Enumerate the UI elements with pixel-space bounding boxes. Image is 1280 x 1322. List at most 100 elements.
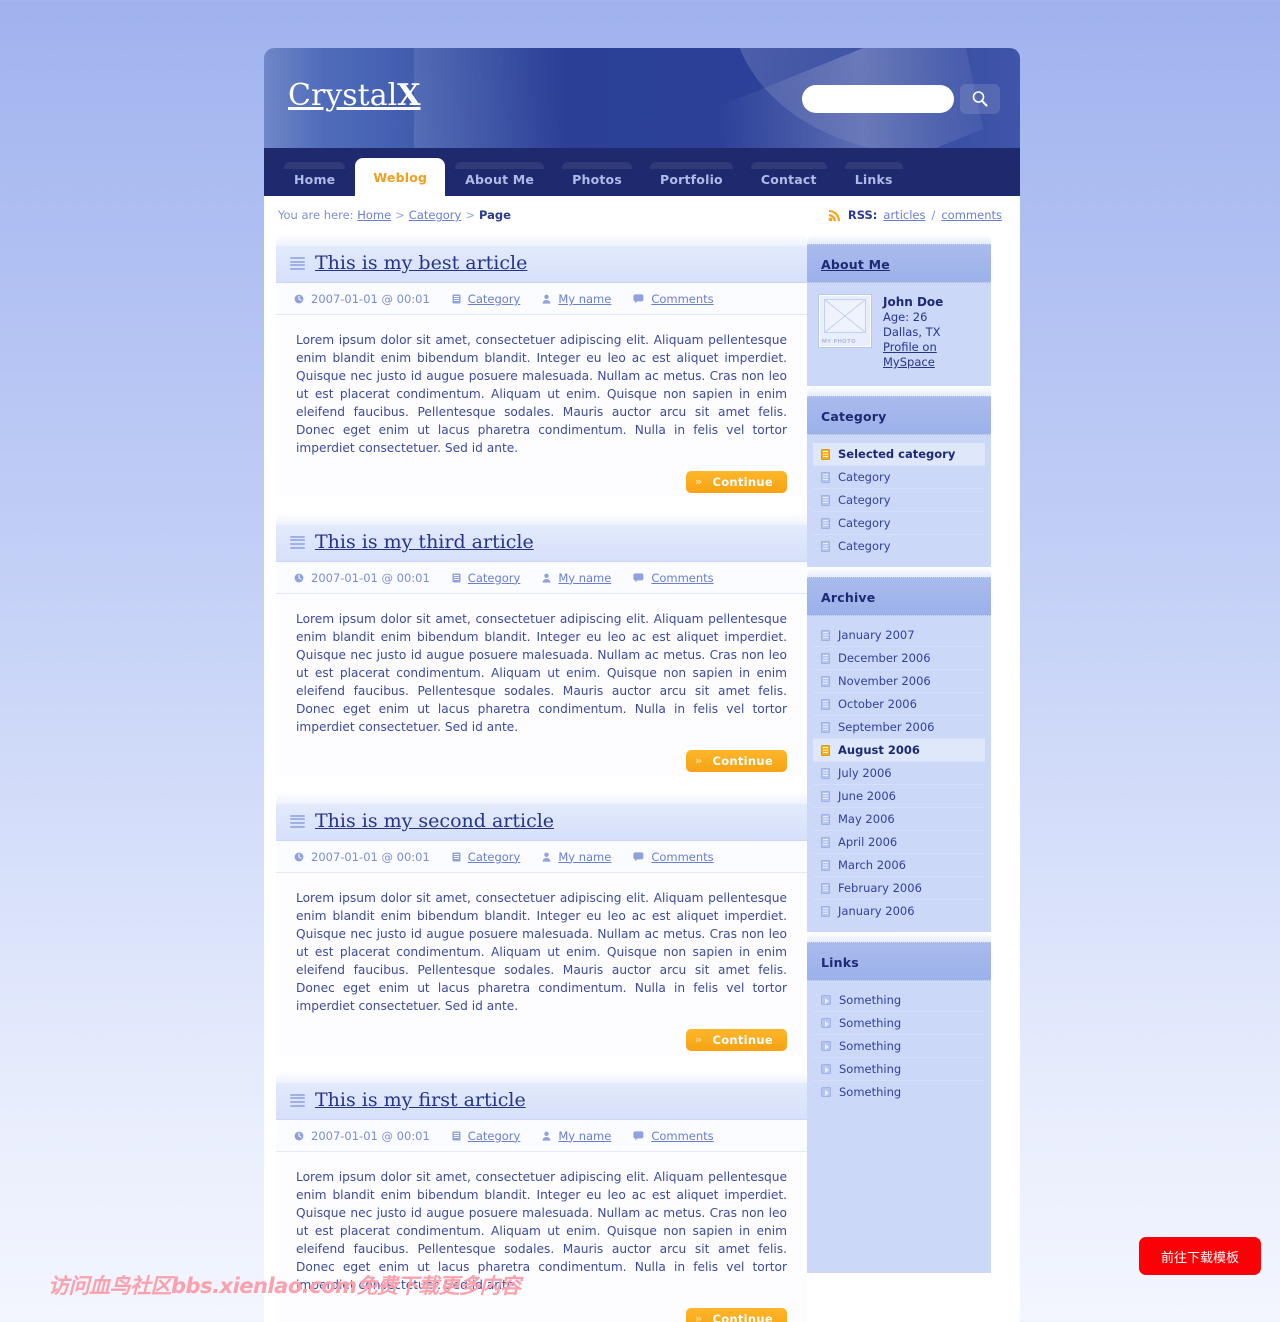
article-lines-icon [290, 1093, 305, 1107]
document-icon [821, 494, 830, 506]
article-author-link[interactable]: My name [558, 571, 611, 585]
nav-item-weblog[interactable]: Weblog [355, 158, 446, 196]
list-item[interactable]: March 2006 [813, 854, 985, 877]
avatar: MY PHOTO [818, 294, 872, 348]
article-author-link[interactable]: My name [558, 292, 611, 306]
list-item[interactable]: October 2006 [813, 693, 985, 716]
list-item[interactable]: June 2006 [813, 785, 985, 808]
list-item[interactable]: May 2006 [813, 808, 985, 831]
article-comments-link[interactable]: Comments [651, 1129, 713, 1143]
list-item[interactable]: April 2006 [813, 831, 985, 854]
continue-button[interactable]: » Continue [686, 470, 787, 493]
document-icon [821, 813, 830, 825]
list-item[interactable]: January 2006 [813, 900, 985, 922]
nav-label: About Me [465, 171, 535, 187]
panel-title-about-me[interactable]: About Me [821, 257, 890, 272]
article-category-link[interactable]: Category [468, 292, 521, 306]
article-category-link[interactable]: Category [468, 850, 521, 864]
nav-item-about-me[interactable]: About Me [447, 162, 552, 196]
clock-icon [294, 852, 304, 862]
list-item[interactable]: Category [813, 535, 985, 557]
breadcrumb-home[interactable]: Home [357, 208, 391, 222]
panel-category: Category Selected category Category Cate… [807, 386, 991, 567]
article-category-link[interactable]: Category [468, 571, 521, 585]
nav-label: Portfolio [659, 171, 723, 187]
list-item[interactable]: August 2006 [813, 739, 985, 762]
rss-articles-link[interactable]: articles [883, 208, 925, 222]
article-title[interactable]: This is my first article [315, 1089, 526, 1111]
panel-header: About Me [807, 244, 991, 283]
article-title[interactable]: This is my best article [315, 253, 527, 274]
article-category-link[interactable]: Category [468, 1129, 521, 1143]
list-item[interactable]: Something [813, 1012, 985, 1035]
list-item[interactable]: Selected category [813, 443, 985, 466]
site-logo[interactable]: CrystalX [288, 78, 420, 113]
article-title[interactable]: This is my third article [315, 531, 534, 553]
list-item[interactable]: September 2006 [813, 716, 985, 739]
about-age: Age: 26 [883, 310, 928, 324]
list-item[interactable]: Something [813, 989, 985, 1012]
list-item[interactable]: Category [813, 512, 985, 535]
article-card: This is my third article 2007-01-01 @ 00… [276, 512, 807, 784]
breadcrumb-category[interactable]: Category [409, 208, 462, 222]
placeholder-image-icon [824, 299, 866, 333]
article-author-link[interactable]: My name [558, 1129, 611, 1143]
panel-links: Links Something Something Something Some… [807, 932, 991, 1113]
list-item[interactable]: Something [813, 1035, 985, 1058]
search-input[interactable] [802, 85, 954, 113]
article-meta: 2007-01-01 @ 00:01 Category My name Comm… [276, 1119, 807, 1152]
continue-button[interactable]: » Continue [686, 749, 787, 772]
list-item[interactable]: Category [813, 489, 985, 512]
list-item-label: January 2006 [838, 904, 915, 918]
panel-title-category: Category [821, 409, 887, 424]
article-comments-link[interactable]: Comments [651, 571, 713, 585]
clock-icon [294, 294, 304, 304]
sidebar: About Me MY PHOTO John Doe Age: 26 Dalla… [807, 234, 1008, 1273]
list-item[interactable]: Category [813, 466, 985, 489]
list-item[interactable]: November 2006 [813, 670, 985, 693]
panel-archive: Archive January 2007 December 2006 Novem… [807, 567, 991, 932]
list-item[interactable]: February 2006 [813, 877, 985, 900]
article-meta: 2007-01-01 @ 00:01 Category My name Comm… [276, 282, 807, 315]
article-author-link[interactable]: My name [558, 850, 611, 864]
article-date: 2007-01-01 @ 00:01 [311, 291, 430, 306]
nav-highlight [649, 162, 733, 169]
nav-item-photos[interactable]: Photos [554, 162, 640, 196]
nav-item-portfolio[interactable]: Portfolio [642, 162, 741, 196]
download-template-button[interactable]: 前往下载模板 [1139, 1237, 1261, 1275]
search-icon [972, 91, 988, 107]
arrow-right-icon [821, 1087, 831, 1097]
list-item[interactable]: January 2007 [813, 624, 985, 647]
article-meta: 2007-01-01 @ 00:01 Category My name Comm… [276, 561, 807, 594]
rss-comments-link[interactable]: comments [941, 208, 1002, 222]
content-grid: This is my best article 2007-01-01 @ 00:… [264, 234, 1020, 1322]
nav-item-links[interactable]: Links [837, 162, 911, 196]
article-title[interactable]: This is my second article [315, 810, 554, 832]
continue-button[interactable]: » Continue [686, 1307, 787, 1322]
article-comments-link[interactable]: Comments [651, 292, 713, 306]
article-cap [276, 234, 807, 246]
about-name: John Doe [883, 295, 944, 309]
list-item[interactable]: Something [813, 1058, 985, 1081]
comments-icon [633, 1130, 644, 1140]
list-item[interactable]: July 2006 [813, 762, 985, 785]
search-button[interactable] [960, 84, 1000, 114]
document-icon [821, 517, 830, 529]
nav-label: Contact [760, 171, 817, 187]
nav-label: Photos [572, 171, 622, 187]
nav-item-home[interactable]: Home [276, 162, 353, 196]
nav-label: Home [294, 171, 336, 187]
list-item-label: Something [839, 993, 902, 1007]
arrow-right-icon [821, 1064, 831, 1074]
list-item[interactable]: Something [813, 1081, 985, 1103]
document-icon [821, 744, 830, 756]
list-item[interactable]: December 2006 [813, 647, 985, 670]
chevron-right-icon: » [695, 475, 703, 489]
article-lines-icon [290, 256, 305, 270]
nav-item-contact[interactable]: Contact [743, 162, 835, 196]
list-item-label: Selected category [838, 447, 956, 461]
continue-button[interactable]: » Continue [686, 1028, 787, 1051]
about-profile-link[interactable]: Profile on MySpace [883, 340, 937, 369]
list-item-label: June 2006 [838, 789, 896, 803]
article-comments-link[interactable]: Comments [651, 850, 713, 864]
